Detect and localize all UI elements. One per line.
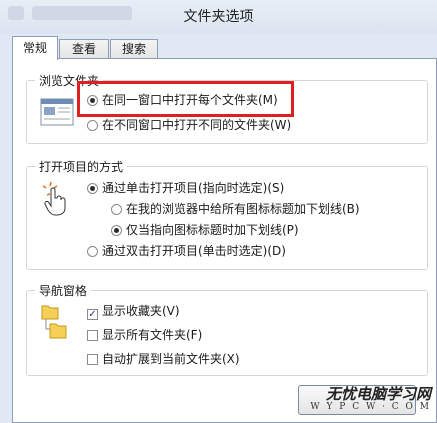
show-all-folders-option[interactable]: 显示所有文件夹(F) xyxy=(87,326,202,344)
watermark-line2: W Y P C W · C O M xyxy=(310,401,431,412)
single-click-label: 通过单击打开项目(指向时选定)(S) xyxy=(102,181,285,195)
folder-tree-icon xyxy=(41,305,67,339)
radio-single-click[interactable] xyxy=(87,183,98,194)
window-title: 文件夹选项 xyxy=(183,9,254,25)
pointing-hand-icon xyxy=(42,181,66,216)
window-illustration-icon xyxy=(40,98,74,126)
watermark-line1: 无忧电脑学习网 xyxy=(325,385,431,403)
underline-point-option[interactable]: 仅当指向图标标题时加下划线(P) xyxy=(111,221,299,239)
tab-general[interactable]: 常规 xyxy=(12,36,58,60)
checkbox-show-favorites[interactable]: ✓ xyxy=(87,309,98,320)
double-click-option[interactable]: 通过双击打开项目(单击时选定)(D) xyxy=(87,242,286,260)
single-click-option[interactable]: 通过单击打开项目(指向时选定)(S) xyxy=(87,179,284,197)
checkbox-show-all-folders[interactable] xyxy=(87,330,98,341)
radio-new-window[interactable] xyxy=(87,120,98,131)
underline-point-label: 仅当指向图标标题时加下划线(P) xyxy=(126,223,299,237)
show-favorites-option[interactable]: ✓ 显示收藏夹(V) xyxy=(87,302,180,320)
radio-underline-point[interactable] xyxy=(111,225,122,236)
double-click-label: 通过双击打开项目(单击时选定)(D) xyxy=(102,244,286,258)
title-bar: 文件夹选项 xyxy=(0,0,437,34)
tab-search[interactable]: 搜索 xyxy=(110,39,158,59)
underline-consistent-option[interactable]: 在我的浏览器中给所有图标标题加下划线(B) xyxy=(111,200,360,218)
checkbox-auto-expand[interactable] xyxy=(87,354,98,365)
nav-pane-legend: 导航窗格 xyxy=(35,282,92,299)
click-items-legend: 打开项目的方式 xyxy=(35,158,128,175)
tab-view[interactable]: 查看 xyxy=(59,39,109,59)
radio-double-click[interactable] xyxy=(87,246,98,257)
auto-expand-option[interactable]: 自动扩展到当前文件夹(X) xyxy=(87,350,240,368)
show-all-folders-label: 显示所有文件夹(F) xyxy=(102,328,203,342)
new-window-option[interactable]: 在不同窗口中打开不同的文件夹(W) xyxy=(87,116,291,134)
radio-underline-consistent[interactable] xyxy=(111,204,122,215)
auto-expand-label: 自动扩展到当前文件夹(X) xyxy=(102,352,240,366)
watermark: 无忧电脑学习网 W Y P C W · C O M xyxy=(310,386,431,412)
show-favorites-label: 显示收藏夹(V) xyxy=(102,304,180,318)
underline-consistent-label: 在我的浏览器中给所有图标标题加下划线(B) xyxy=(126,202,360,216)
new-window-label: 在不同窗口中打开不同的文件夹(W) xyxy=(102,118,292,132)
highlight-box xyxy=(77,81,294,117)
